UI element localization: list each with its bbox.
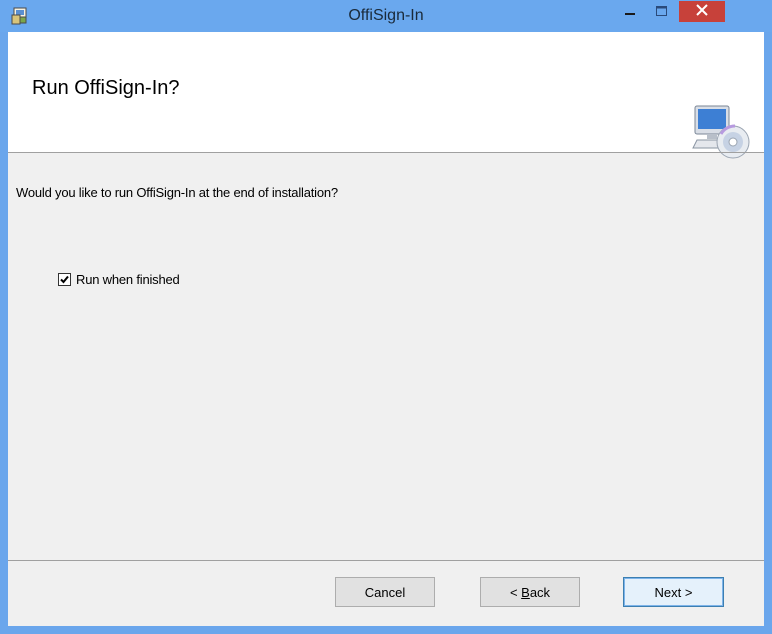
banner: Run OffiSign-In? (8, 32, 764, 159)
footer-divider (8, 560, 764, 561)
next-button[interactable]: Next > (623, 577, 724, 607)
run-when-finished-option[interactable]: Run when finished (58, 272, 180, 287)
dialog-client-area: Run OffiSign-In? Would you like to run O… (8, 32, 764, 626)
maximize-icon (655, 3, 667, 21)
page-heading: Run OffiSign-In? (32, 77, 180, 99)
cancel-button[interactable]: Cancel (335, 577, 435, 607)
back-rest: ack (529, 584, 551, 600)
back-button[interactable]: < Back (480, 577, 580, 607)
back-button-label: < Back (510, 585, 550, 600)
close-icon (696, 3, 708, 21)
computer-disc-icon (691, 104, 751, 164)
run-when-finished-label: Run when finished (76, 272, 180, 287)
banner-divider (8, 152, 764, 153)
cancel-button-label: Cancel (364, 584, 406, 600)
installer-window: OffiSign-In Run OffiSign-In? Would you l… (0, 0, 772, 634)
maximize-button[interactable] (646, 0, 676, 24)
back-prefix: < (509, 584, 522, 600)
minimize-icon (625, 3, 635, 21)
next-button-label: Next > (654, 584, 693, 600)
close-button[interactable] (679, 1, 725, 22)
minimize-button[interactable] (615, 0, 645, 24)
run-when-finished-checkbox[interactable] (58, 273, 71, 286)
question-text: Would you like to run OffiSign-In at the… (16, 185, 338, 200)
back-accelerator: B (521, 584, 530, 600)
title-bar[interactable]: OffiSign-In (0, 0, 772, 32)
